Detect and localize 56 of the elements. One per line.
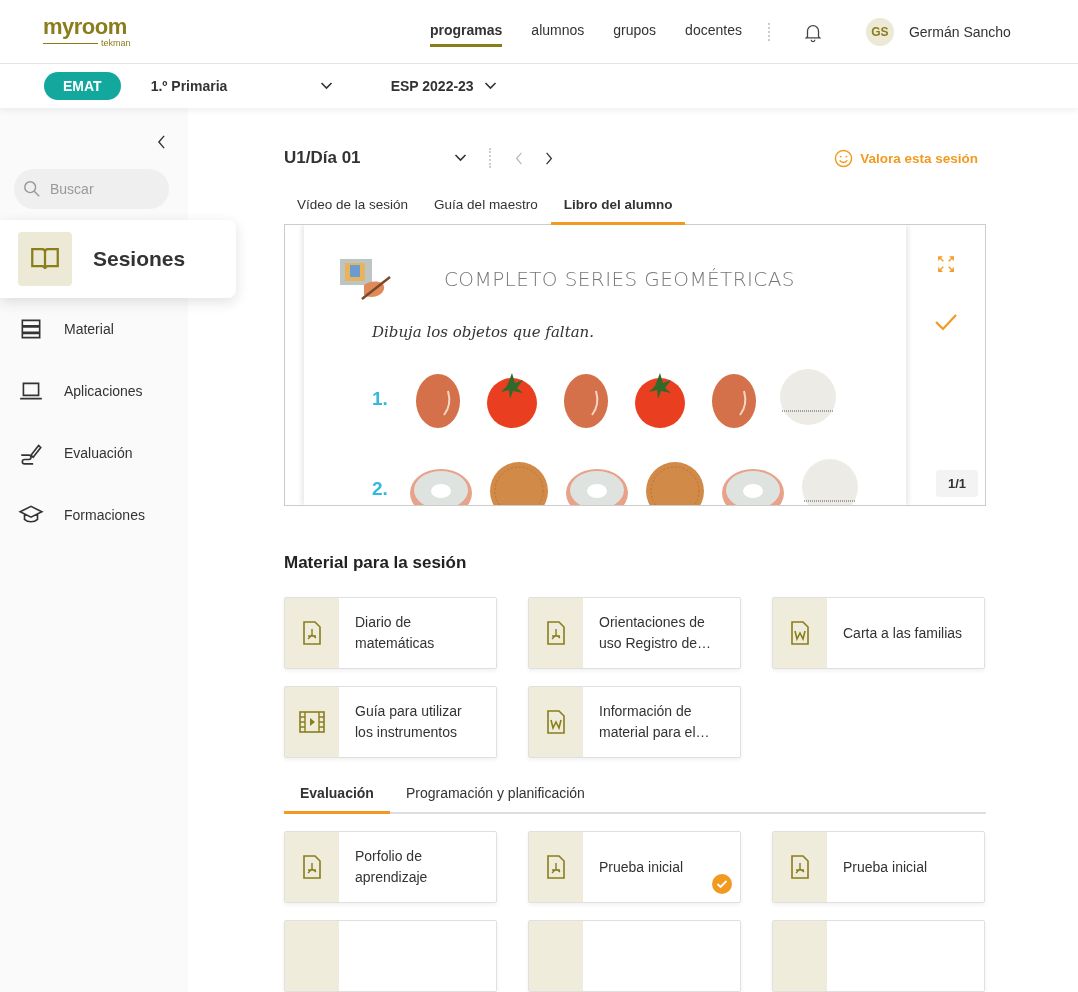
fullscreen-icon[interactable] [936, 254, 955, 273]
checkmark-icon[interactable] [933, 312, 958, 331]
sidebar-item[interactable]: Sesiones [0, 220, 236, 298]
material-card[interactable]: Prueba inicial [528, 831, 741, 903]
exercise-number: 1. [372, 387, 389, 410]
nav-link[interactable]: docentes [685, 16, 742, 47]
nav-link[interactable]: programas [430, 16, 503, 47]
material-card[interactable]: Guía para utilizar los instrumentos [284, 686, 497, 758]
previous-icon[interactable] [515, 151, 523, 165]
tab[interactable]: Libro del alumno [550, 196, 686, 225]
pdf-file-icon [546, 855, 566, 879]
sidebar-item[interactable]: Aplicaciones [0, 360, 188, 422]
next-icon[interactable] [545, 151, 553, 165]
user-name[interactable]: Germán Sancho [908, 23, 1011, 40]
worksheet-instruction: Dibuja los objetos que faltan. [372, 322, 596, 341]
worksheet-title: COMPLETO SERIES GEOMÉTRICAS [444, 266, 795, 291]
material-card[interactable]: Orientaciones de uso Registro de… [528, 597, 741, 669]
course-dropdown[interactable]: 1.º Primaria [150, 78, 333, 94]
collapse-icon[interactable] [157, 135, 166, 149]
word-file-icon [546, 710, 566, 734]
chevron-down-icon [483, 82, 497, 90]
video-file-icon [299, 711, 325, 733]
tab[interactable]: Programación y planificación [389, 785, 601, 814]
nav-link[interactable]: alumnos [531, 16, 585, 47]
page-counter: 1/1 [935, 470, 978, 497]
chevron-down-icon[interactable] [454, 154, 467, 163]
tab[interactable]: Evaluación [284, 785, 390, 814]
material-card[interactable] [772, 920, 985, 992]
session-title: U1/Día 01 [284, 148, 362, 169]
word-file-icon [790, 621, 810, 645]
material-card[interactable]: Carta a las familias [772, 597, 985, 669]
year-dropdown[interactable]: ESP 2022-23 [390, 78, 497, 94]
material-card[interactable] [528, 920, 741, 992]
search-field[interactable]: Buscar [14, 169, 169, 209]
material-card[interactable]: Prueba inicial [772, 831, 985, 903]
material-card[interactable]: Diario de matemáticas [284, 597, 497, 669]
sidebar-item[interactable]: Formaciones [0, 484, 188, 546]
sidebar-item[interactable]: Evaluación [0, 422, 188, 484]
myroom-logo[interactable]: myroom tekman [43, 15, 143, 48]
material-card[interactable]: Porfolio de aprendizaje [284, 831, 497, 903]
sidebar-item[interactable]: Material [0, 298, 188, 360]
nav-link[interactable]: grupos [613, 16, 657, 47]
pdf-file-icon [302, 855, 322, 879]
material-card[interactable] [284, 920, 497, 992]
tab[interactable]: Guía del maestro [421, 196, 551, 225]
exercise-number: 2. [372, 477, 389, 500]
section-heading: Material para la sesión [284, 553, 468, 573]
pdf-file-icon [546, 621, 566, 645]
blank-shape-drawing [800, 458, 860, 505]
tab[interactable]: Vídeo de la sesión [284, 196, 422, 225]
chevron-down-icon [319, 82, 333, 90]
pdf-file-icon [302, 621, 322, 645]
smiley-icon [834, 148, 854, 168]
search-icon [23, 180, 41, 198]
material-card[interactable]: Información de material para el… [528, 686, 741, 758]
pdf-file-icon [790, 855, 810, 879]
